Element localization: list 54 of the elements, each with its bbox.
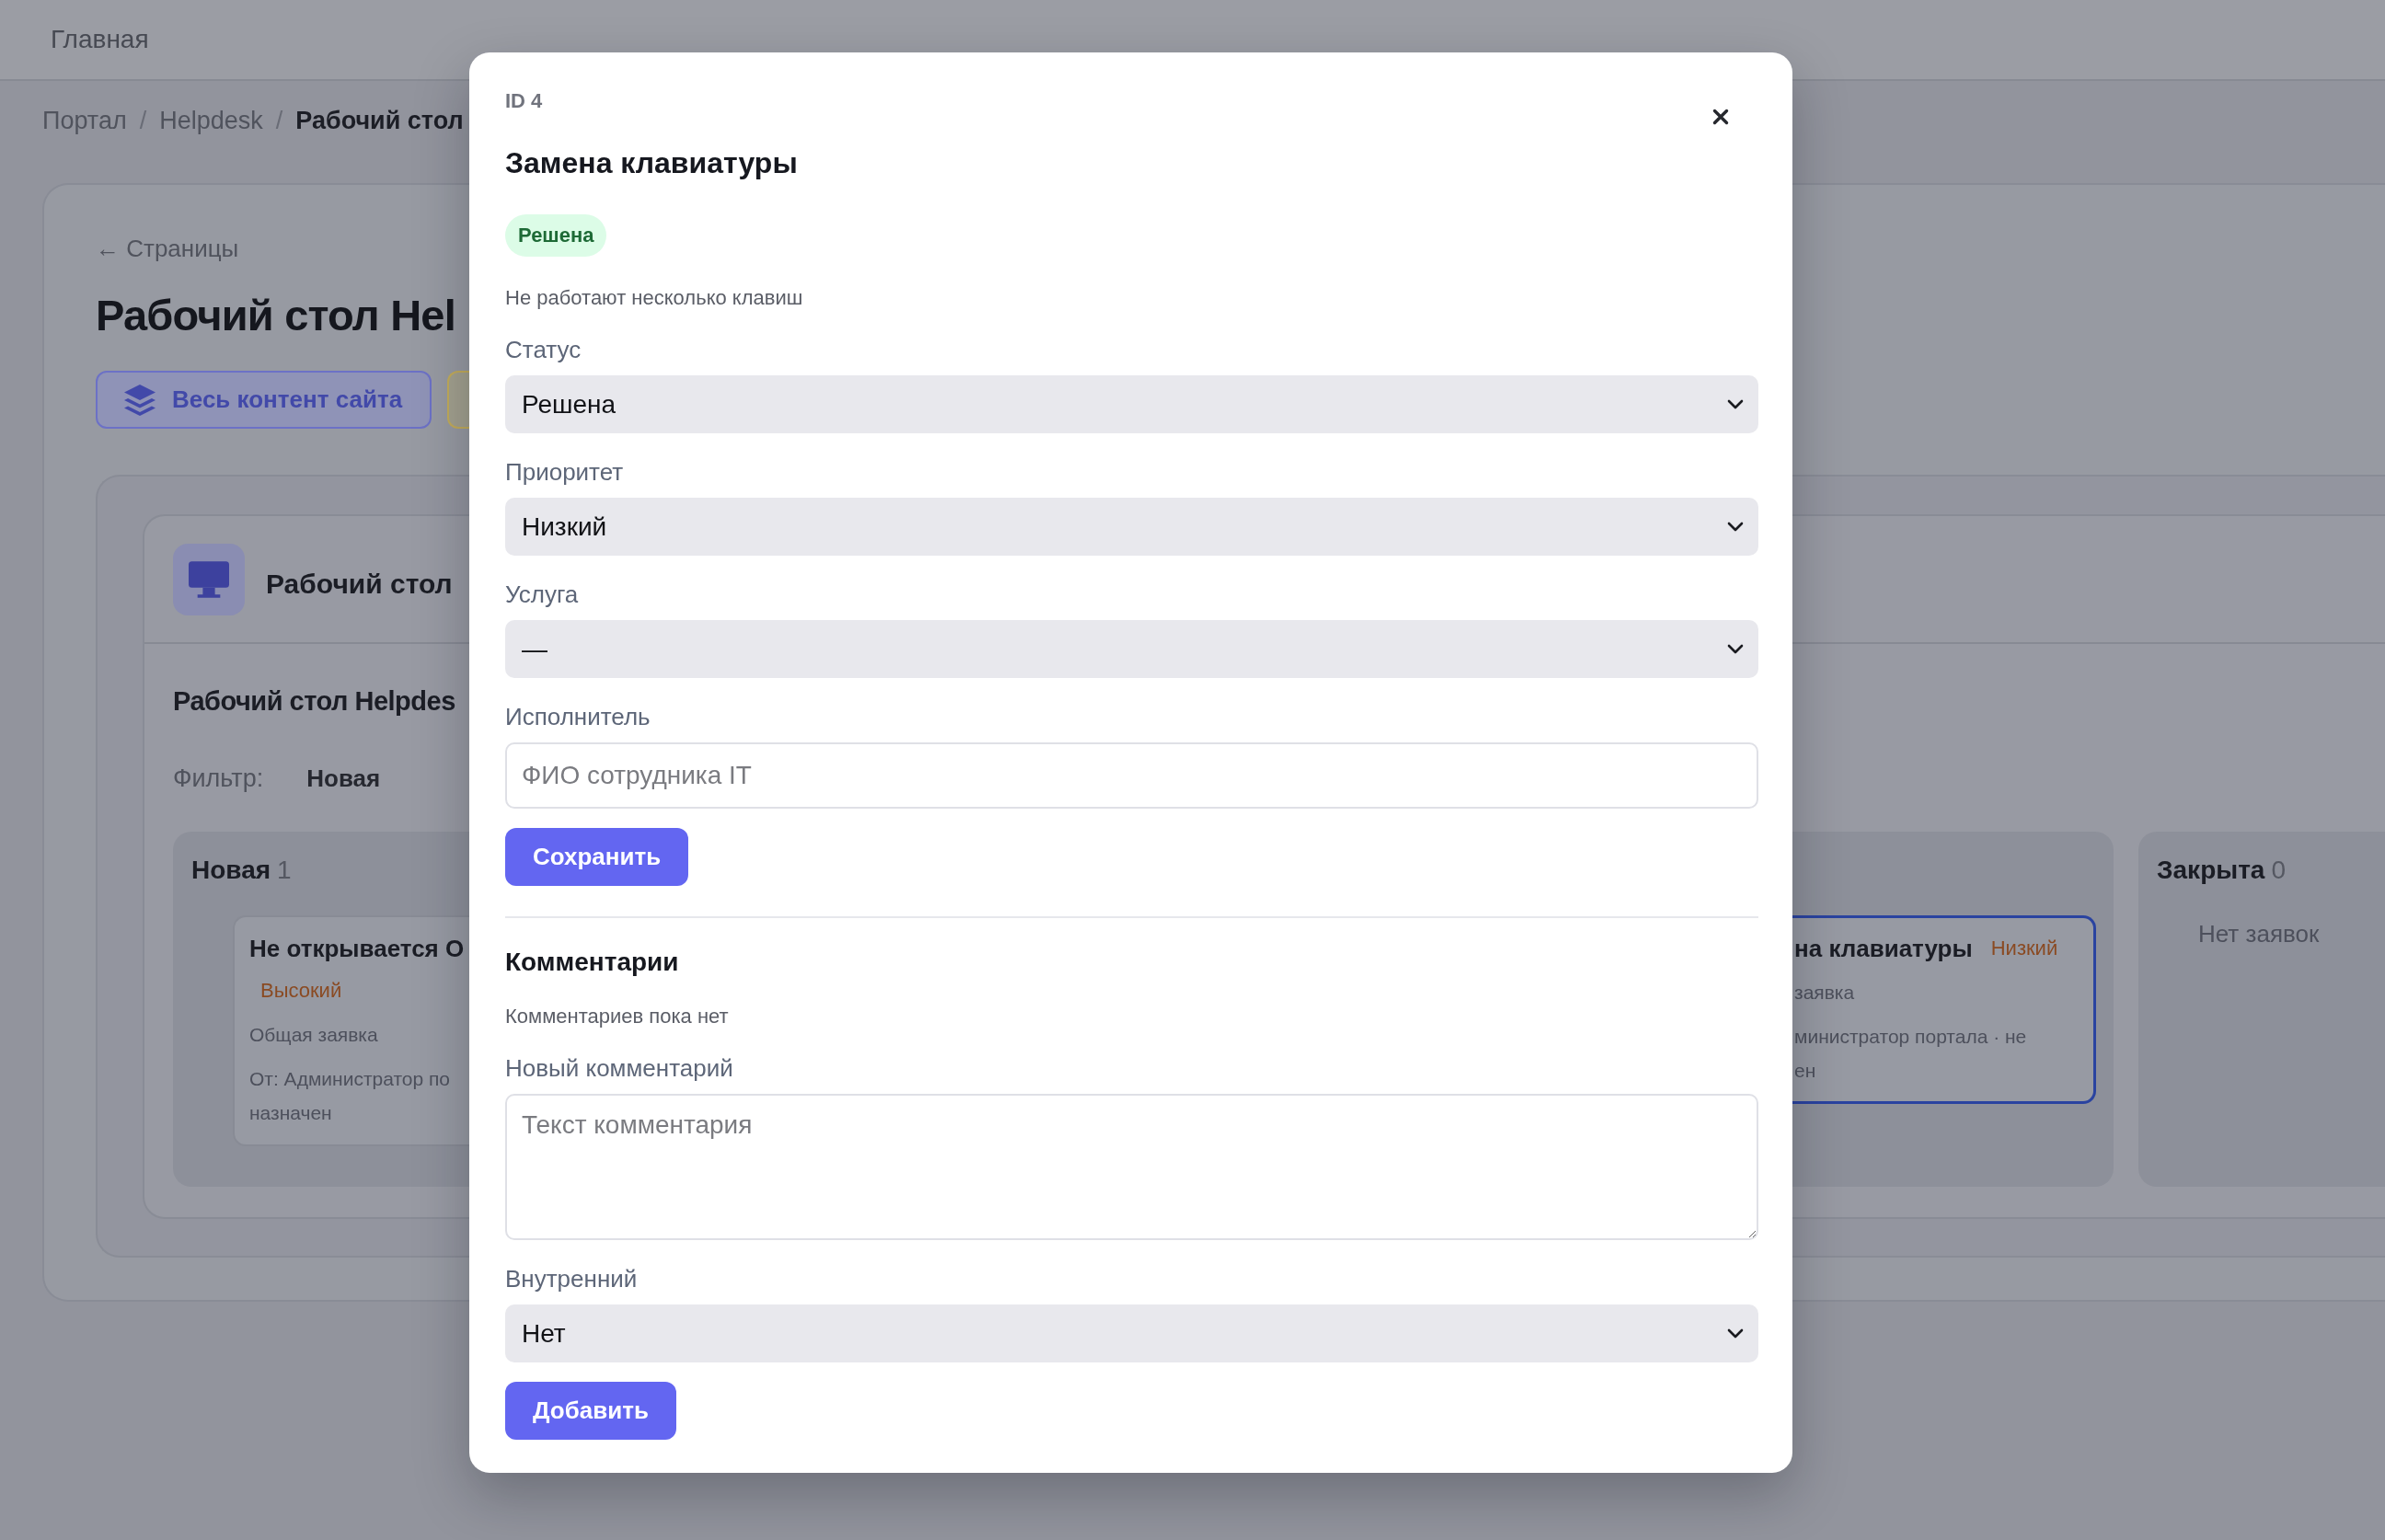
priority-label: Высокий xyxy=(259,978,343,1004)
column-title: Новая xyxy=(191,856,271,884)
breadcrumb-link[interactable]: Рабочий стол xyxy=(295,106,464,135)
dropdown[interactable]: Низкий xyxy=(505,498,1758,556)
section-heading: Комментарии xyxy=(505,947,679,978)
column-title: Закрыта xyxy=(2157,856,2265,884)
column-count: 1 xyxy=(277,856,292,884)
field-label: Приоритет xyxy=(505,457,624,487)
ticket-description: Не работают несколько клавиш xyxy=(505,285,803,311)
dialog-title: Замена клавиатуры xyxy=(505,145,798,181)
chevron-down-icon xyxy=(1727,522,1744,532)
ticket-category: заявка xyxy=(1794,981,1855,1005)
ticket-category: Общая заявка xyxy=(249,1023,378,1047)
board-title: Рабочий стол Helpdes xyxy=(173,685,455,718)
field-label: Внутренний xyxy=(505,1264,638,1293)
breadcrumb-separator: / xyxy=(139,106,147,135)
chevron-down-icon xyxy=(1727,1328,1744,1339)
ticket-meta: министратор портала · не xyxy=(1794,1025,2027,1049)
status-badge: Решена xyxy=(505,214,607,257)
priority-label: Низкий xyxy=(1989,936,2059,961)
dropdown[interactable]: — xyxy=(505,620,1758,678)
comment-field[interactable]: Текст комментария xyxy=(505,1094,1758,1240)
nav-link[interactable]: Главная xyxy=(51,25,149,54)
ticket-card[interactable]: Не открывается О Высокий Общая заявка От: Администратор по назначен xyxy=(233,915,469,1146)
add-button[interactable]: Добавить xyxy=(505,1382,676,1440)
field-label: Статус xyxy=(505,335,582,364)
close-icon xyxy=(1712,109,1729,125)
save-button[interactable]: Сохранить xyxy=(505,828,689,886)
page-title: Рабочий стол Hel xyxy=(96,290,455,341)
empty-message: Комментариев пока нет xyxy=(505,1004,729,1029)
ticket-card[interactable]: на клавиатуры Низкий заявка министратор портала · не ен xyxy=(1792,915,2096,1104)
field-label: Новый комментарий xyxy=(505,1053,733,1083)
chevron-down-icon xyxy=(1727,399,1744,409)
ticket-meta: назначен xyxy=(249,1101,332,1125)
breadcrumb-separator: / xyxy=(275,106,283,135)
column-count: 0 xyxy=(2271,856,2286,884)
chevron-down-icon xyxy=(1727,644,1744,654)
input-field[interactable]: ФИО сотрудника IT xyxy=(505,742,1758,809)
filter-option[interactable]: Новая xyxy=(306,764,381,793)
dropdown[interactable]: Решена xyxy=(505,375,1758,433)
layers-icon xyxy=(124,384,156,416)
empty-message: Нет заявок xyxy=(2198,919,2320,949)
filter-label: Фильтр: xyxy=(173,764,264,794)
field-label: Исполнитель xyxy=(505,702,651,731)
ticket-id: ID 4 xyxy=(505,88,543,114)
monitor-icon xyxy=(173,543,245,615)
ticket-title: на клавиатуры xyxy=(1794,934,1973,964)
field-label: Услуга xyxy=(505,580,579,609)
ticket-meta: ен xyxy=(1794,1059,1816,1083)
back-link[interactable]: ← Страницы xyxy=(96,232,239,265)
ticket-title: Не открывается О xyxy=(249,934,465,964)
widget-title: Рабочий стол xyxy=(266,568,453,600)
dropdown[interactable]: Нет xyxy=(505,1304,1758,1362)
ticket-meta: От: Администратор по xyxy=(249,1067,451,1091)
